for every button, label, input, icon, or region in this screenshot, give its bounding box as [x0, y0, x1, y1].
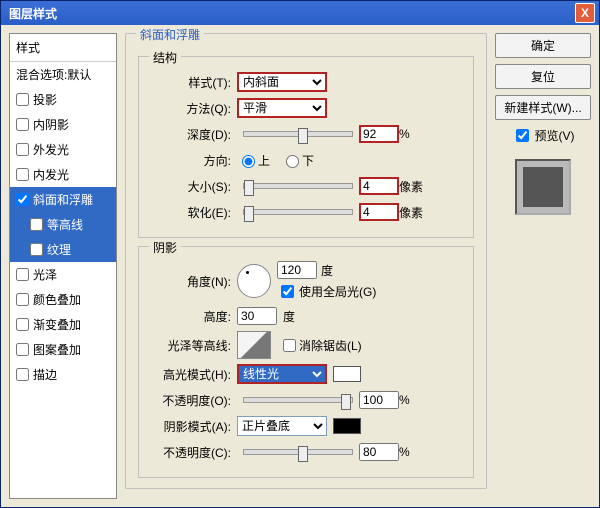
style-bevel-emboss[interactable]: 斜面和浮雕 [10, 187, 116, 212]
shadow-opacity-input[interactable] [359, 443, 399, 461]
shading-title: 阴影 [149, 239, 181, 256]
direction-label: 方向: [149, 152, 237, 169]
gloss-contour-label: 光泽等高线: [149, 337, 237, 354]
style-select[interactable]: 内斜面 [237, 72, 327, 92]
window-title: 图层样式 [5, 5, 575, 22]
checkbox[interactable] [16, 268, 29, 281]
styles-header: 样式 [10, 34, 116, 62]
new-style-button[interactable]: 新建样式(W)... [495, 95, 591, 120]
structure-title: 结构 [149, 49, 181, 66]
depth-label: 深度(D): [149, 126, 237, 143]
reset-button[interactable]: 复位 [495, 64, 591, 89]
checkbox[interactable] [30, 243, 43, 256]
style-gradient-overlay[interactable]: 渐变叠加 [10, 312, 116, 337]
style-satin[interactable]: 光泽 [10, 262, 116, 287]
direction-up-radio[interactable] [242, 155, 255, 168]
depth-input[interactable] [359, 125, 399, 143]
soften-slider[interactable] [243, 209, 353, 215]
technique-select[interactable]: 平滑 [237, 98, 327, 118]
checkbox[interactable] [16, 93, 29, 106]
angle-dial[interactable] [237, 264, 271, 298]
style-inner-glow[interactable]: 内发光 [10, 162, 116, 187]
highlight-opacity-input[interactable] [359, 391, 399, 409]
highlight-mode-select[interactable]: 线性光 [237, 364, 327, 384]
technique-label: 方法(Q): [149, 100, 237, 117]
style-contour[interactable]: 等高线 [10, 212, 116, 237]
style-pattern-overlay[interactable]: 图案叠加 [10, 337, 116, 362]
shadow-opacity-label: 不透明度(C): [149, 444, 237, 461]
shadow-opacity-slider[interactable] [243, 449, 353, 455]
style-texture[interactable]: 纹理 [10, 237, 116, 262]
size-label: 大小(S): [149, 178, 237, 195]
checkbox[interactable] [16, 318, 29, 331]
blending-options[interactable]: 混合选项:默认 [10, 62, 116, 87]
depth-slider[interactable] [243, 131, 353, 137]
checkbox[interactable] [16, 193, 29, 206]
structure-group: 结构 样式(T): 内斜面 方法(Q): 平滑 深度(D): % 方向: 上 下… [138, 56, 474, 238]
shadow-mode-select[interactable]: 正片叠底 [237, 416, 327, 436]
style-inner-shadow[interactable]: 内阴影 [10, 112, 116, 137]
angle-label: 角度(N): [149, 273, 237, 290]
shadow-mode-label: 阴影模式(A): [149, 418, 237, 435]
checkbox[interactable] [16, 118, 29, 131]
bevel-group: 斜面和浮雕 结构 样式(T): 内斜面 方法(Q): 平滑 深度(D): % 方… [125, 33, 487, 489]
size-input[interactable] [359, 177, 399, 195]
direction-down-radio[interactable] [286, 155, 299, 168]
global-light-checkbox[interactable] [281, 285, 294, 298]
checkbox[interactable] [16, 343, 29, 356]
checkbox[interactable] [16, 368, 29, 381]
preview-toggle[interactable]: 预览(V) [495, 126, 591, 145]
shading-group: 阴影 角度(N): 度 使用全局光(G) 高度: [138, 246, 474, 478]
style-stroke[interactable]: 描边 [10, 362, 116, 387]
style-label: 样式(T): [149, 74, 237, 91]
bevel-group-title: 斜面和浮雕 [136, 26, 204, 43]
altitude-label: 高度: [149, 308, 237, 325]
angle-input[interactable] [277, 261, 317, 279]
highlight-opacity-label: 不透明度(O): [149, 392, 237, 409]
style-color-overlay[interactable]: 颜色叠加 [10, 287, 116, 312]
close-button[interactable]: X [575, 3, 595, 23]
highlight-mode-label: 高光模式(H): [149, 366, 237, 383]
altitude-input[interactable] [237, 307, 277, 325]
highlight-color-swatch[interactable] [333, 366, 361, 382]
titlebar: 图层样式 X [1, 1, 599, 25]
checkbox[interactable] [16, 143, 29, 156]
styles-list: 样式 混合选项:默认 投影 内阴影 外发光 内发光 斜面和浮雕 等高线 纹理 光… [9, 33, 117, 499]
shadow-color-swatch[interactable] [333, 418, 361, 434]
preview-checkbox[interactable] [516, 129, 529, 142]
checkbox[interactable] [16, 168, 29, 181]
ok-button[interactable]: 确定 [495, 33, 591, 58]
size-slider[interactable] [243, 183, 353, 189]
soften-input[interactable] [359, 203, 399, 221]
style-outer-glow[interactable]: 外发光 [10, 137, 116, 162]
checkbox[interactable] [16, 293, 29, 306]
antialias-checkbox[interactable] [283, 339, 296, 352]
preview-swatch [515, 159, 571, 215]
gloss-contour-picker[interactable] [237, 331, 271, 359]
soften-label: 软化(E): [149, 204, 237, 221]
highlight-opacity-slider[interactable] [243, 397, 353, 403]
style-drop-shadow[interactable]: 投影 [10, 87, 116, 112]
checkbox[interactable] [30, 218, 43, 231]
